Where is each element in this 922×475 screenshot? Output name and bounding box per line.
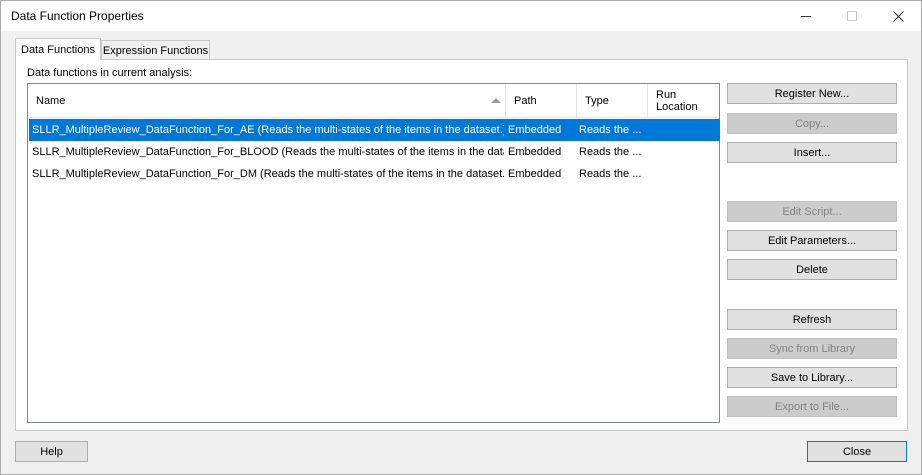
insert-button[interactable]: Insert... bbox=[727, 142, 897, 163]
register-new-button[interactable]: Register New... bbox=[727, 83, 897, 104]
row-path: Embedded bbox=[508, 146, 562, 158]
row-path: Embedded bbox=[508, 124, 562, 136]
column-header-path[interactable]: Path bbox=[506, 84, 577, 117]
column-header-path-label: Path bbox=[514, 94, 537, 107]
minimize-icon bbox=[801, 15, 811, 17]
export-to-file-button: Export to File... bbox=[727, 396, 897, 417]
row-name: SLLR_MultipleReview_DataFunction_For_DM … bbox=[32, 168, 504, 180]
column-header-type[interactable]: Type bbox=[577, 84, 648, 117]
column-header-name-label: Name bbox=[36, 94, 66, 107]
list-header: Name Path Type Run Location bbox=[28, 84, 719, 118]
sort-ascending-icon bbox=[491, 98, 501, 103]
sync-from-library-button: Sync from Library bbox=[727, 338, 897, 359]
column-header-name[interactable]: Name bbox=[28, 84, 506, 117]
row-type: Reads the ... bbox=[579, 146, 642, 158]
minimize-button[interactable] bbox=[783, 1, 829, 31]
column-header-run-location[interactable]: Run Location bbox=[648, 84, 719, 117]
column-header-run-location-label: Run Location bbox=[656, 88, 698, 113]
list-row[interactable]: SLLR_MultipleReview_DataFunction_For_BLO… bbox=[29, 141, 720, 163]
row-path: Embedded bbox=[508, 168, 562, 180]
tab-data-functions[interactable]: Data Functions bbox=[15, 38, 101, 60]
close-icon bbox=[892, 10, 904, 22]
row-run-location bbox=[650, 163, 718, 185]
row-name: SLLR_MultipleReview_DataFunction_For_BLO… bbox=[32, 146, 504, 158]
maximize-icon bbox=[847, 11, 857, 21]
maximize-button bbox=[829, 1, 875, 31]
row-name: SLLR_MultipleReview_DataFunction_For_AE … bbox=[32, 124, 504, 136]
row-run-location bbox=[650, 141, 718, 163]
row-type: Reads the ... bbox=[579, 168, 642, 180]
save-to-library-button[interactable]: Save to Library... bbox=[727, 367, 897, 388]
window-title: Data Function Properties bbox=[11, 9, 144, 23]
copy-button: Copy... bbox=[727, 113, 897, 134]
row-type: Reads the ... bbox=[579, 124, 642, 136]
tab-expression-functions[interactable]: Expression Functions bbox=[101, 40, 210, 60]
list-row[interactable]: SLLR_MultipleReview_DataFunction_For_AE … bbox=[29, 119, 720, 141]
close-button[interactable]: Close bbox=[807, 441, 907, 462]
edit-parameters-button[interactable]: Edit Parameters... bbox=[727, 230, 897, 251]
help-button[interactable]: Help bbox=[15, 441, 88, 462]
column-header-type-label: Type bbox=[585, 94, 609, 107]
row-run-location bbox=[650, 119, 718, 141]
refresh-button[interactable]: Refresh bbox=[727, 309, 897, 330]
delete-button[interactable]: Delete bbox=[727, 259, 897, 280]
title-bar: Data Function Properties bbox=[1, 1, 921, 31]
list-caption: Data functions in current analysis: bbox=[27, 67, 193, 79]
list-row[interactable]: SLLR_MultipleReview_DataFunction_For_DM … bbox=[29, 163, 720, 185]
edit-script-button: Edit Script... bbox=[727, 201, 897, 222]
window-close-button[interactable] bbox=[875, 1, 921, 31]
data-functions-list[interactable]: Name Path Type Run Location SLLR_Multipl… bbox=[27, 83, 720, 423]
